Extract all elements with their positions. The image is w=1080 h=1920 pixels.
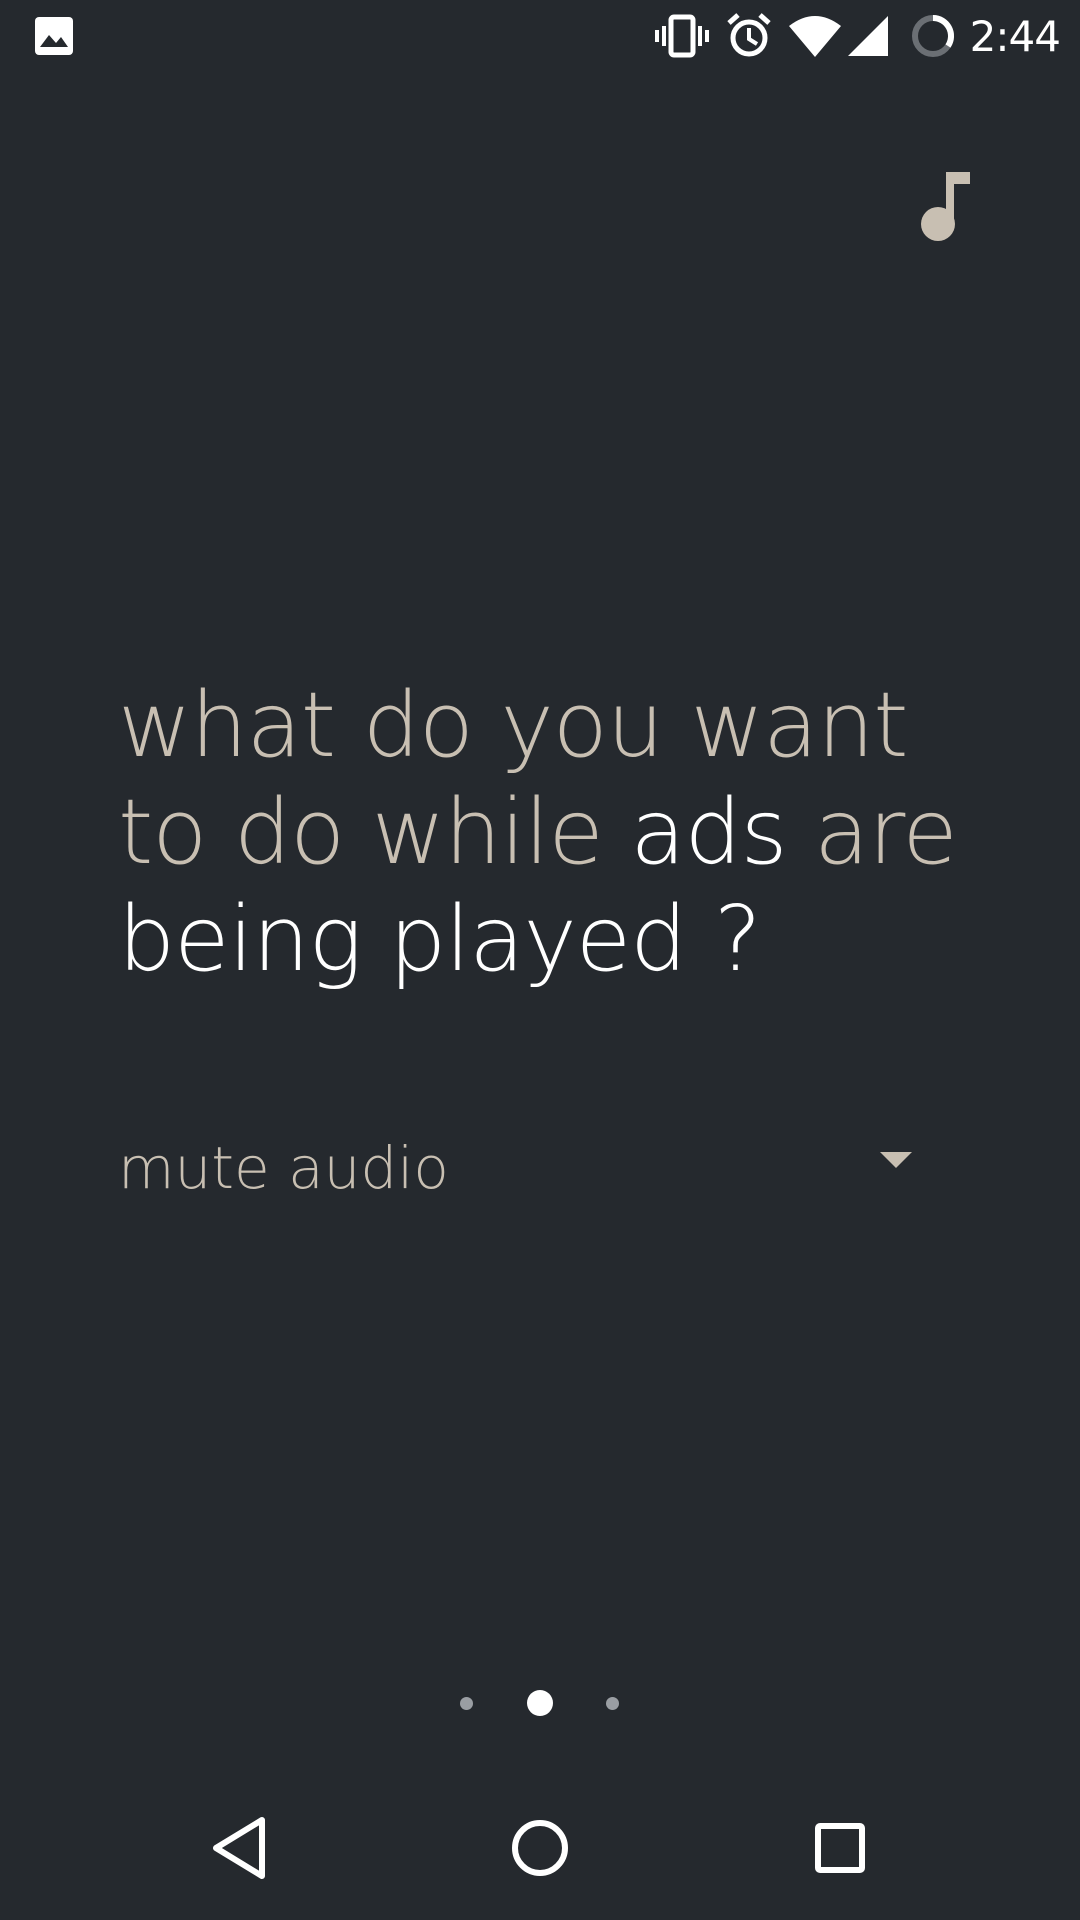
question-highlight-ads: ads [630,780,787,885]
vibrate-icon [654,14,709,58]
question-line-1: what do you want [118,673,909,778]
question-heading: what do you want to do while ads are bei… [118,672,1018,993]
back-icon[interactable] [200,1808,280,1888]
page-indicator [0,1686,1080,1720]
page-dot-3[interactable] [606,1697,619,1710]
wifi-icon [788,16,841,57]
question-line-2-part-3: are [786,780,958,885]
question-line-3: being played ? [118,887,762,992]
status-time: 2:44 [969,11,1061,61]
status-bar: 2:44 [0,0,1080,72]
dropdown-arrow-icon [880,1152,912,1168]
page-dot-1[interactable] [460,1697,473,1710]
page-dot-2-active[interactable] [527,1690,553,1716]
onboarding-screen: 2:44 what do you want to do while ads ar… [0,0,1080,1920]
action-dropdown[interactable]: mute audio [118,1128,918,1208]
question-line-2: to do while ads are [118,779,1018,886]
image-notification-icon [35,17,73,55]
home-icon[interactable] [500,1808,580,1888]
cell-signal-icon [847,16,888,56]
music-note-icon[interactable] [920,170,972,242]
alarm-icon [727,13,771,57]
recents-icon[interactable] [800,1808,880,1888]
navigation-bar [0,1776,1080,1920]
question-line-2-part-1: to do while [118,780,631,885]
dropdown-selected-value: mute audio [118,1134,449,1202]
status-icons: 2:44 [638,8,1061,64]
battery-charging-icon [911,14,954,57]
